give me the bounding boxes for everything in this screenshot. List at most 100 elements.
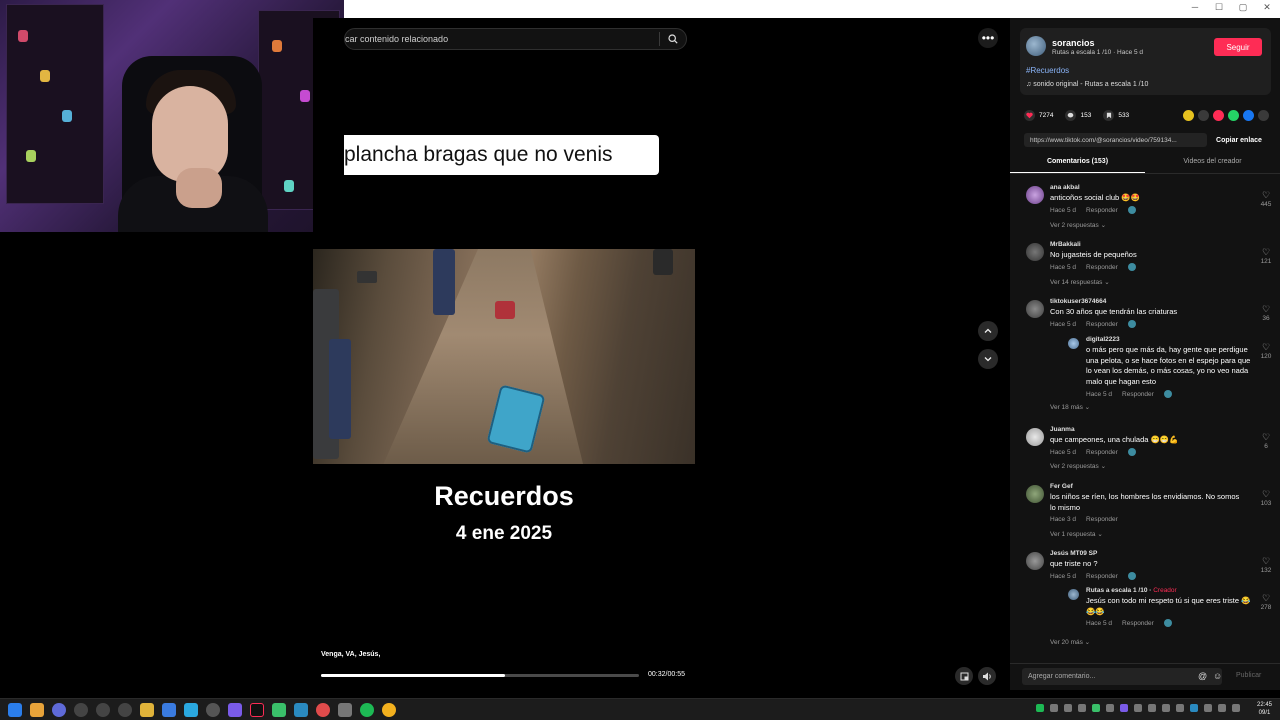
commenter-name[interactable]: Fer Gef: [1050, 483, 1073, 490]
reply-button[interactable]: Responder: [1086, 516, 1118, 523]
app-icon[interactable]: [316, 703, 330, 717]
facebook-icon[interactable]: [1243, 109, 1254, 121]
reply-like[interactable]: ♡ 120: [1256, 342, 1276, 360]
author-avatar[interactable]: [1026, 36, 1046, 56]
comment-like[interactable]: ♡ 36: [1256, 304, 1276, 322]
previous-video-button[interactable]: [978, 321, 998, 341]
video-link-field[interactable]: https://www.tiktok.com/@sorancios/video/…: [1024, 133, 1207, 147]
app-icon[interactable]: [338, 703, 352, 717]
view-more-replies[interactable]: Ver 18 más ⌄: [1050, 403, 1090, 411]
search-input[interactable]: car contenido relacionado: [345, 34, 659, 44]
emoji-reaction-icon[interactable]: [1127, 320, 1136, 328]
reply-button[interactable]: Responder: [1086, 207, 1118, 214]
app-icon[interactable]: [118, 703, 132, 717]
app-icon[interactable]: [52, 703, 66, 717]
view-more-replies[interactable]: Ver 20 más ⌄: [1050, 638, 1090, 646]
view-replies[interactable]: Ver 2 respuestas ⌄: [1050, 462, 1106, 470]
miniplayer-button[interactable]: [955, 667, 973, 685]
tray-icon[interactable]: [1078, 704, 1086, 712]
comment-like[interactable]: ♡ 103: [1256, 489, 1276, 507]
app-icon[interactable]: [74, 703, 88, 717]
progress-bar[interactable]: [321, 674, 639, 677]
copy-link-button[interactable]: Copiar enlace: [1207, 137, 1271, 144]
creator-avatar[interactable]: [1068, 589, 1079, 600]
app-icon[interactable]: [206, 703, 220, 717]
emoji-reaction-icon[interactable]: [1163, 619, 1172, 627]
replier-avatar[interactable]: [1068, 338, 1079, 349]
commenter-avatar[interactable]: [1026, 485, 1044, 503]
send-icon[interactable]: [1213, 109, 1224, 121]
reply-button[interactable]: Responder: [1086, 573, 1118, 580]
video-player[interactable]: car contenido relacionado plancha bragas…: [313, 18, 695, 690]
follow-button[interactable]: Seguir: [1214, 38, 1262, 56]
reply-button[interactable]: Responder: [1086, 264, 1118, 271]
comment-input[interactable]: Agregar comentario...: [1022, 668, 1222, 685]
maximize-icon[interactable]: ▢: [1238, 2, 1248, 13]
commenter-avatar[interactable]: [1026, 186, 1044, 204]
coin-icon[interactable]: [1183, 109, 1194, 121]
replier-name[interactable]: digital2223: [1086, 336, 1120, 343]
wifi-icon[interactable]: [1218, 704, 1226, 712]
related-search-bar[interactable]: car contenido relacionado: [344, 28, 687, 50]
minimize-icon[interactable]: ─: [1190, 2, 1200, 13]
search-icon[interactable]: [660, 34, 686, 44]
mention-icon[interactable]: @: [1198, 671, 1207, 681]
comment-like[interactable]: ♡ 132: [1256, 556, 1276, 574]
app-icon[interactable]: [96, 703, 110, 717]
commenter-name[interactable]: Jesús MT09 SP: [1050, 550, 1097, 557]
volume-tray-icon[interactable]: [1232, 704, 1240, 712]
emoji-reaction-icon[interactable]: [1127, 206, 1136, 214]
discord-icon[interactable]: [228, 703, 242, 717]
like-action[interactable]: 7274: [1024, 109, 1053, 121]
comment-like[interactable]: ♡ 445: [1256, 190, 1276, 208]
comment-like[interactable]: ♡ 6: [1256, 432, 1276, 450]
commenter-name[interactable]: tiktokuser3674664: [1050, 298, 1106, 305]
commenter-avatar[interactable]: [1026, 552, 1044, 570]
tray-icon[interactable]: [1036, 704, 1044, 712]
app-icon[interactable]: [140, 703, 154, 717]
emoji-reaction-icon[interactable]: [1127, 263, 1136, 271]
app-icon[interactable]: [272, 703, 286, 717]
close-icon[interactable]: ✕: [1262, 2, 1272, 13]
tab-creator-videos[interactable]: Videos del creador: [1145, 154, 1280, 173]
author-name[interactable]: sorancios: [1052, 38, 1095, 48]
restore-icon[interactable]: ☐: [1214, 2, 1224, 13]
embed-icon[interactable]: [1198, 109, 1209, 121]
emoji-reaction-icon[interactable]: [1163, 390, 1172, 398]
tray-icon[interactable]: [1064, 704, 1072, 712]
spotify-icon[interactable]: [360, 703, 374, 717]
commenter-name[interactable]: ana akbal: [1050, 184, 1080, 191]
emoji-icon[interactable]: ☺: [1213, 671, 1222, 681]
sound-link[interactable]: ♫ sonido original - Rutas a escala 1 /10: [1026, 81, 1148, 88]
tray-icon[interactable]: [1162, 704, 1170, 712]
view-replies[interactable]: Ver 1 respuesta ⌄: [1050, 530, 1103, 538]
commenter-avatar[interactable]: [1026, 300, 1044, 318]
tray-icon[interactable]: [1134, 704, 1142, 712]
commenter-name[interactable]: MrBakkali: [1050, 241, 1081, 248]
tray-icon[interactable]: [1120, 704, 1128, 712]
commenter-name[interactable]: Juanma: [1050, 426, 1075, 433]
tray-icon[interactable]: [1176, 704, 1184, 712]
search-app-icon[interactable]: [30, 703, 44, 717]
tray-icon[interactable]: [1204, 704, 1212, 712]
publish-button[interactable]: Publicar: [1236, 672, 1261, 679]
system-clock[interactable]: 22:45 09/1: [1257, 701, 1272, 717]
tray-icon[interactable]: [1092, 704, 1100, 712]
hashtag-link[interactable]: #Recuerdos: [1026, 66, 1069, 75]
edge-icon[interactable]: [294, 703, 308, 717]
save-action[interactable]: 533: [1103, 109, 1129, 121]
reply-button[interactable]: Responder: [1086, 449, 1118, 456]
view-replies[interactable]: Ver 2 respuestas ⌄: [1050, 221, 1106, 229]
tray-icon[interactable]: [1106, 704, 1114, 712]
more-options-icon[interactable]: •••: [978, 28, 998, 48]
steam-icon[interactable]: [184, 703, 198, 717]
tab-comments[interactable]: Comentarios (153): [1010, 154, 1145, 173]
comment-like[interactable]: ♡ 121: [1256, 247, 1276, 265]
tray-icon[interactable]: [1190, 704, 1198, 712]
app-icon[interactable]: [162, 703, 176, 717]
replier-name[interactable]: Rutas a escala 1 /10 · Creador: [1086, 587, 1177, 594]
reply-button[interactable]: Responder: [1122, 620, 1154, 627]
reply-button[interactable]: Responder: [1086, 321, 1118, 328]
tray-icon[interactable]: [1050, 704, 1058, 712]
next-video-button[interactable]: [978, 349, 998, 369]
